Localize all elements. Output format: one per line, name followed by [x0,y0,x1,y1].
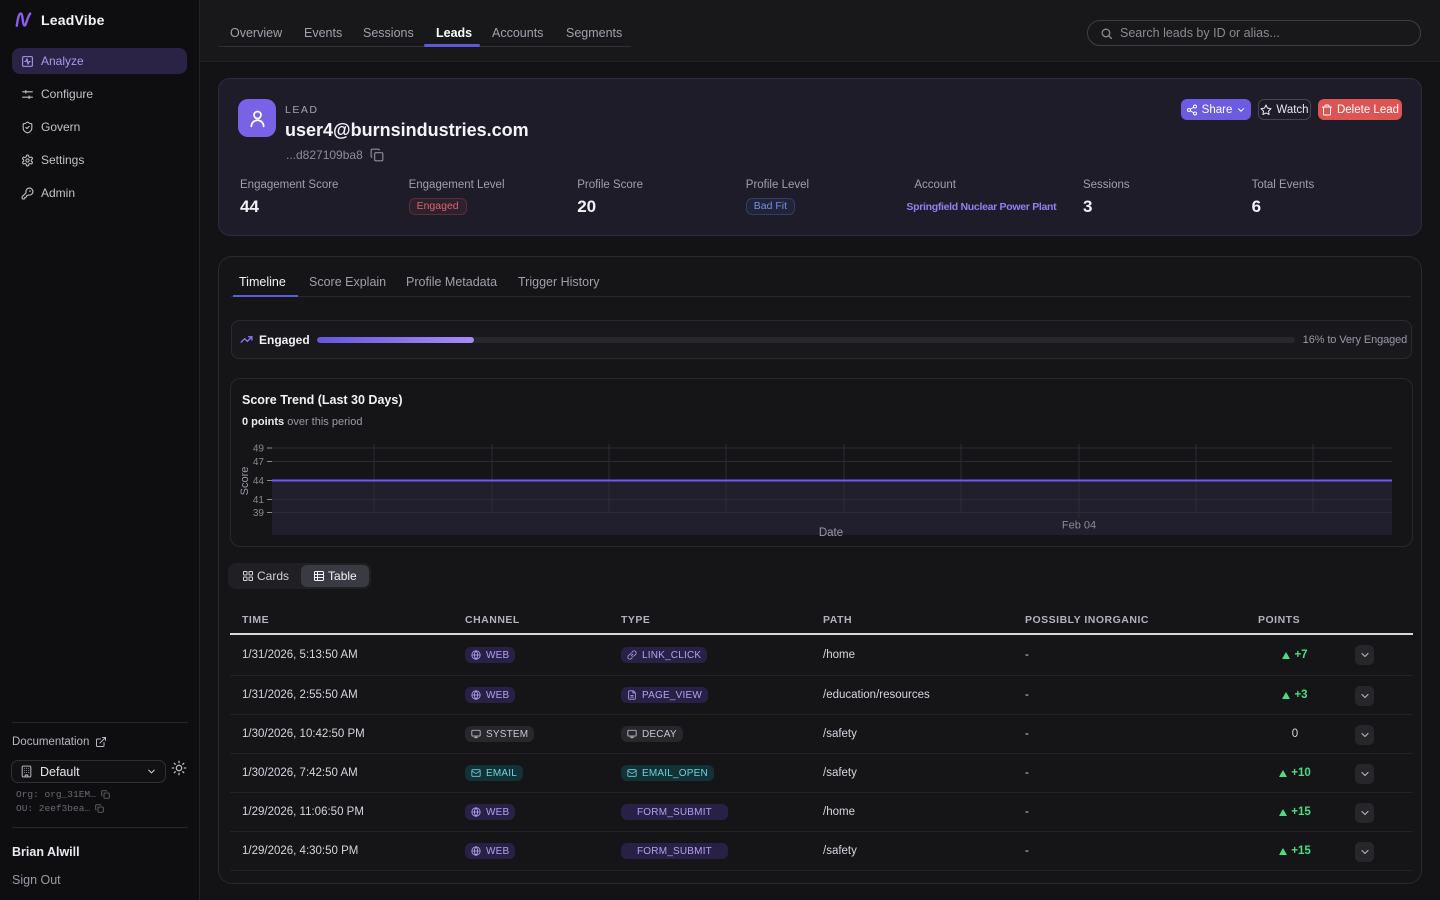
svg-text:Feb 04: Feb 04 [1062,520,1096,532]
svg-text:Score: Score [239,467,251,496]
svg-text:39: 39 [253,508,265,519]
svg-text:44: 44 [253,476,265,487]
svg-text:41: 41 [253,495,265,506]
svg-text:Date: Date [819,527,843,539]
svg-text:47: 47 [253,457,265,468]
svg-text:49: 49 [253,444,265,455]
